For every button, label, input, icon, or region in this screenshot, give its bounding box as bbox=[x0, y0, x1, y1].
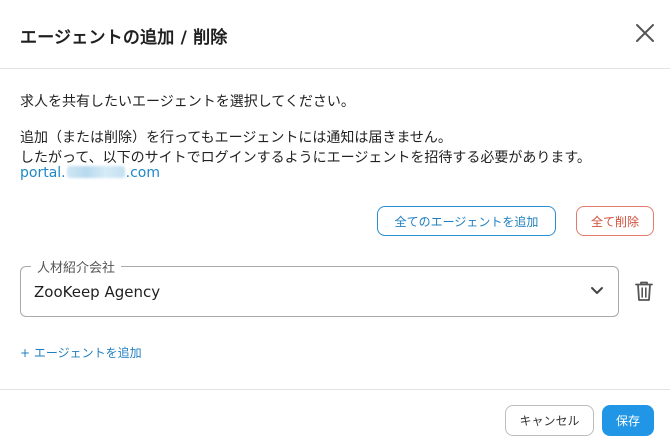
add-all-agents-button[interactable]: 全てのエージェントを追加 bbox=[377, 206, 556, 236]
trash-icon bbox=[635, 281, 653, 301]
close-button[interactable] bbox=[632, 20, 658, 46]
save-button[interactable]: 保存 bbox=[602, 405, 654, 436]
add-agent-link[interactable]: + エージェントを追加 bbox=[20, 344, 142, 361]
chevron-down-icon bbox=[591, 287, 603, 294]
dialog-footer: キャンセル 保存 bbox=[0, 389, 670, 441]
portal-link-suffix: .com bbox=[125, 165, 160, 181]
dialog-title: エージェントの追加 / 削除 bbox=[20, 28, 228, 48]
notice-text: 追加（または削除）を行ってもエージェントには通知は届きません。 bbox=[20, 130, 452, 146]
dialog-header: エージェントの追加 / 削除 bbox=[0, 0, 670, 69]
agency-select-label: 人材紹介会社 bbox=[31, 257, 122, 276]
delete-all-button[interactable]: 全て削除 bbox=[576, 206, 654, 236]
cancel-button[interactable]: キャンセル bbox=[505, 405, 594, 436]
portal-link[interactable]: portal. .com bbox=[20, 165, 160, 181]
add-remove-agents-dialog: エージェントの追加 / 削除 求人を共有したいエージェントを選択してください。 … bbox=[0, 0, 670, 441]
invite-text: したがって、以下のサイトでログインするようにエージェントを招待する必要があります… bbox=[20, 150, 591, 166]
agency-select-value: ZooKeep Agency bbox=[34, 283, 161, 301]
agency-select[interactable]: 人材紹介会社 ZooKeep Agency bbox=[20, 257, 619, 317]
redacted-domain bbox=[66, 166, 125, 178]
portal-link-prefix: portal. bbox=[20, 165, 66, 181]
remove-agent-button[interactable] bbox=[634, 280, 654, 302]
close-icon bbox=[636, 24, 654, 42]
instruction-text: 求人を共有したいエージェントを選択してください。 bbox=[20, 94, 355, 110]
